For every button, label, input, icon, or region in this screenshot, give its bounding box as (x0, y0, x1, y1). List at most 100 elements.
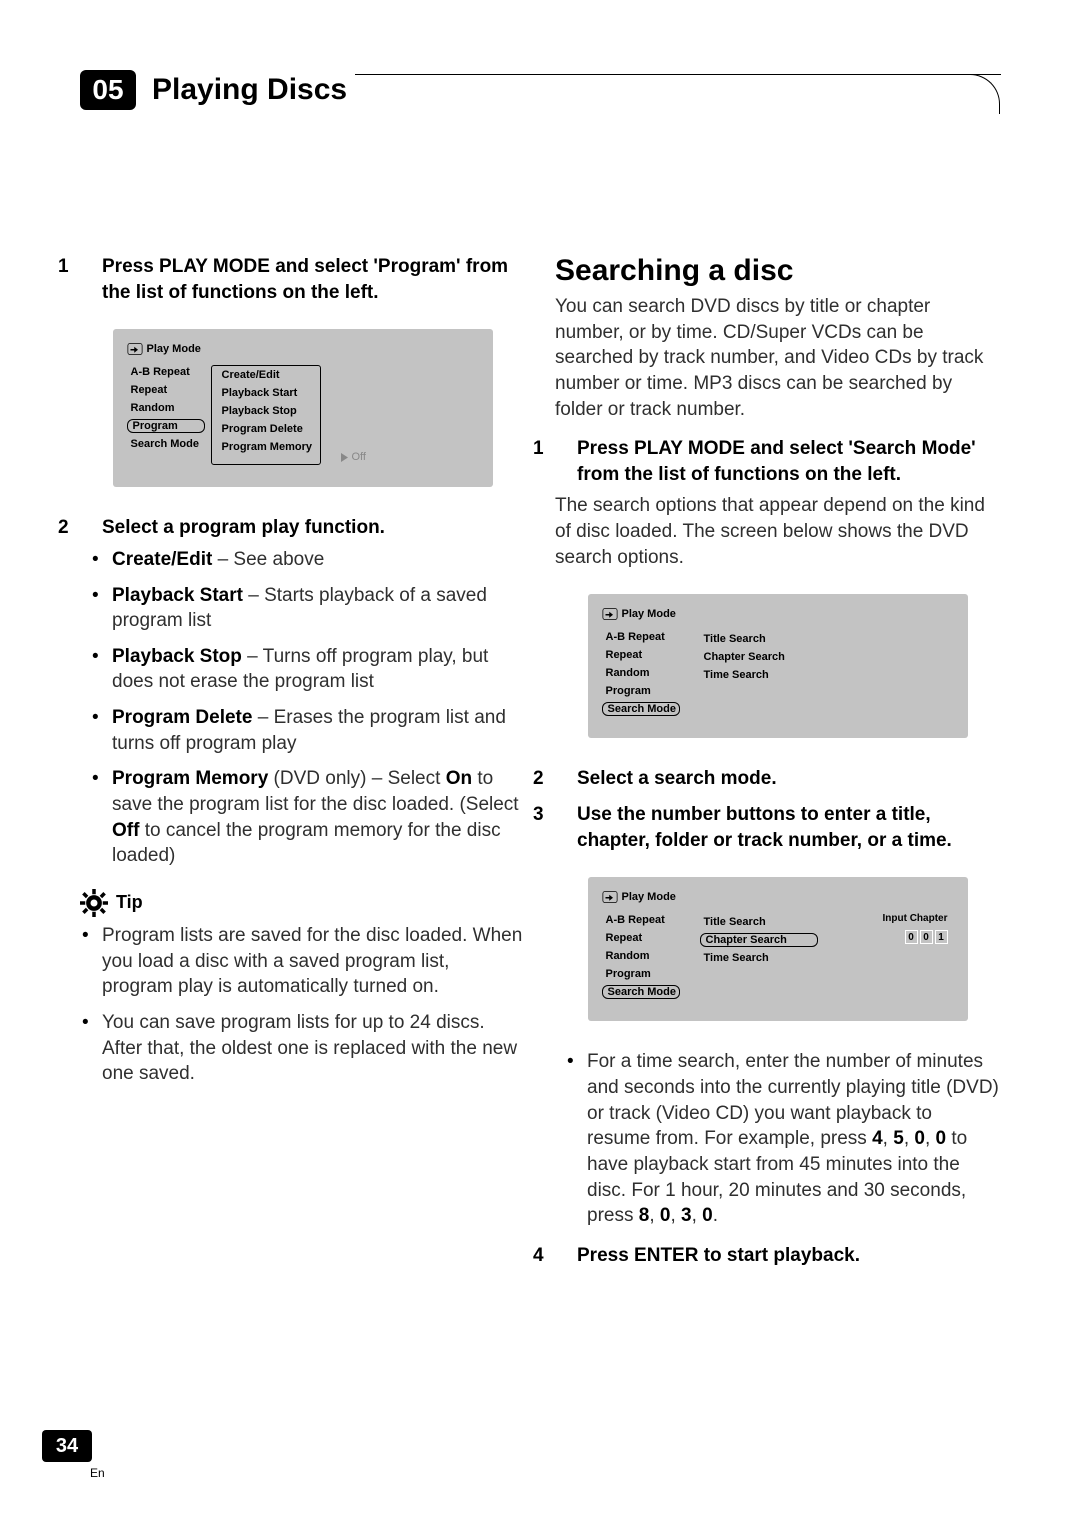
list-item: Program Delete – Erases the program list… (108, 705, 525, 756)
tip-header: Tip (80, 889, 525, 917)
digit-bold: 0 (936, 1128, 947, 1149)
list-item: Repeat (602, 648, 680, 662)
list-item: A-B Repeat (602, 913, 680, 927)
hand-icon (127, 343, 143, 355)
hand-icon (602, 608, 618, 620)
list-item: Program Delete (218, 422, 314, 436)
list-item: You can save program lists for up to 24 … (98, 1010, 525, 1087)
step-3-right: 3Use the number buttons to enter a title… (555, 802, 1000, 853)
diagram-right-list: Title Search Chapter Search Time Search (686, 913, 824, 999)
page-language: En (90, 1466, 105, 1480)
list-item: Repeat (127, 383, 205, 397)
func-desc: to cancel the program memory for the dis… (112, 820, 501, 867)
list-item: Random (602, 666, 680, 680)
diagram-right-list: Create/Edit Playback Start Playback Stop… (211, 365, 321, 465)
list-item: A-B Repeat (127, 365, 205, 379)
list-item: Title Search (700, 632, 948, 646)
list-item: Program (602, 967, 680, 981)
diagram-left-list: A-B Repeat Repeat Random Program Search … (127, 365, 205, 465)
list-item: Playback Stop – Turns off program play, … (108, 644, 525, 695)
digit: 1 (935, 930, 948, 944)
step-body-text: The search options that appear depend on… (555, 493, 1000, 570)
step-text: Select a search mode. (577, 768, 777, 789)
input-label: Input Chapter (883, 913, 948, 924)
step-4-right: 4Press ENTER to start playback. (555, 1243, 1000, 1269)
diagram-title-row: Play Mode (127, 343, 479, 355)
digit-bold: 0 (702, 1205, 713, 1226)
digit: 0 (905, 930, 918, 944)
function-list: Create/Edit – See above Playback Start –… (80, 547, 525, 869)
step-1: 1Press PLAY MODE and select 'Program' fr… (80, 254, 525, 305)
list-item: Program (602, 684, 680, 698)
header-rule (357, 74, 1000, 114)
diagram-left-list: A-B Repeat Repeat Random Program Search … (602, 630, 680, 716)
list-item: Time Search (700, 951, 818, 965)
step-1-text: Press PLAY MODE and select 'Program' fro… (102, 256, 508, 303)
diagram-title-row: Play Mode (602, 608, 954, 620)
list-item: Time Search (700, 668, 948, 682)
step-text: Use the number buttons to enter a title,… (577, 804, 952, 851)
list-item: Playback Stop (218, 404, 314, 418)
step-1-right: 1Press PLAY MODE and select 'Search Mode… (555, 436, 1000, 487)
play-mode-diagram-program: Play Mode A-B Repeat Repeat Random Progr… (113, 329, 493, 487)
list-item: Playback Start – Starts playback of a sa… (108, 583, 525, 634)
func-desc: – See above (212, 549, 324, 570)
func-name: Program Memory (112, 768, 268, 789)
diagram-title: Play Mode (622, 891, 676, 903)
digit-bold: 5 (893, 1128, 904, 1149)
left-column: 1Press PLAY MODE and select 'Program' fr… (80, 254, 525, 1274)
list-item-selected: Search Mode (602, 985, 680, 999)
diagram-title-row: Play Mode (602, 891, 954, 903)
input-chapter-block: Input Chapter 0 0 1 (883, 913, 948, 999)
list-item: Create/Edit – See above (108, 547, 525, 573)
step-2-text: Select a program play function. (102, 517, 385, 538)
list-item-selected: Program (127, 419, 205, 433)
list-item: For a time search, enter the number of m… (583, 1049, 1000, 1228)
tip-label: Tip (116, 892, 143, 913)
diagram-title: Play Mode (622, 608, 676, 620)
intro-text: You can search DVD discs by title or cha… (555, 294, 1000, 422)
list-item-selected: Search Mode (602, 702, 680, 716)
memory-off-indicator: Off (341, 451, 366, 463)
step-2: 2Select a program play function. (80, 515, 525, 541)
play-mode-diagram-search: Play Mode A-B Repeat Repeat Random Progr… (588, 594, 968, 738)
chapter-header: 05 Playing Discs (80, 70, 1000, 114)
bold-off: Off (112, 820, 139, 841)
list-item: Playback Start (218, 386, 314, 400)
list-item: Title Search (700, 915, 818, 929)
tip-list: Program lists are saved for the disc loa… (80, 923, 525, 1087)
arrow-right-icon (341, 453, 348, 462)
func-desc: (DVD only) – Select (268, 768, 445, 789)
list-item: Repeat (602, 931, 680, 945)
list-item: Random (602, 949, 680, 963)
right-column: Searching a disc You can search DVD disc… (555, 254, 1000, 1274)
list-item: Random (127, 401, 205, 415)
chapter-title: Playing Discs (144, 70, 357, 110)
func-name: Playback Start (112, 585, 243, 606)
list-item: Program Memory (DVD only) – Select On to… (108, 766, 525, 869)
list-item-selected: Chapter Search (700, 933, 818, 947)
step-text: Press ENTER to start playback. (577, 1245, 860, 1266)
page-number-badge: 34 (42, 1430, 92, 1462)
section-title: Searching a disc (555, 254, 1000, 288)
time-search-note: For a time search, enter the number of m… (555, 1049, 1000, 1228)
digit: 0 (920, 930, 933, 944)
list-item: Program Memory (218, 440, 316, 454)
step-2-right: 2Select a search mode. (555, 766, 1000, 792)
func-name: Playback Stop (112, 646, 242, 667)
bold-on: On (446, 768, 472, 789)
func-name: Create/Edit (112, 549, 212, 570)
digit-row: 0 0 1 (905, 930, 948, 944)
hand-icon (602, 891, 618, 903)
list-item: Create/Edit (218, 368, 314, 382)
list-item: A-B Repeat (602, 630, 680, 644)
digit-bold: 4 (872, 1128, 883, 1149)
digit-bold: 0 (660, 1205, 671, 1226)
diagram-right-list: Title Search Chapter Search Time Search (686, 630, 954, 716)
list-item: Program lists are saved for the disc loa… (98, 923, 525, 1000)
chapter-number-badge: 05 (80, 70, 136, 110)
memory-value: Off (352, 451, 366, 463)
list-item: Search Mode (127, 437, 205, 451)
diagram-title: Play Mode (147, 343, 201, 355)
play-mode-diagram-input: Play Mode A-B Repeat Repeat Random Progr… (588, 877, 968, 1021)
